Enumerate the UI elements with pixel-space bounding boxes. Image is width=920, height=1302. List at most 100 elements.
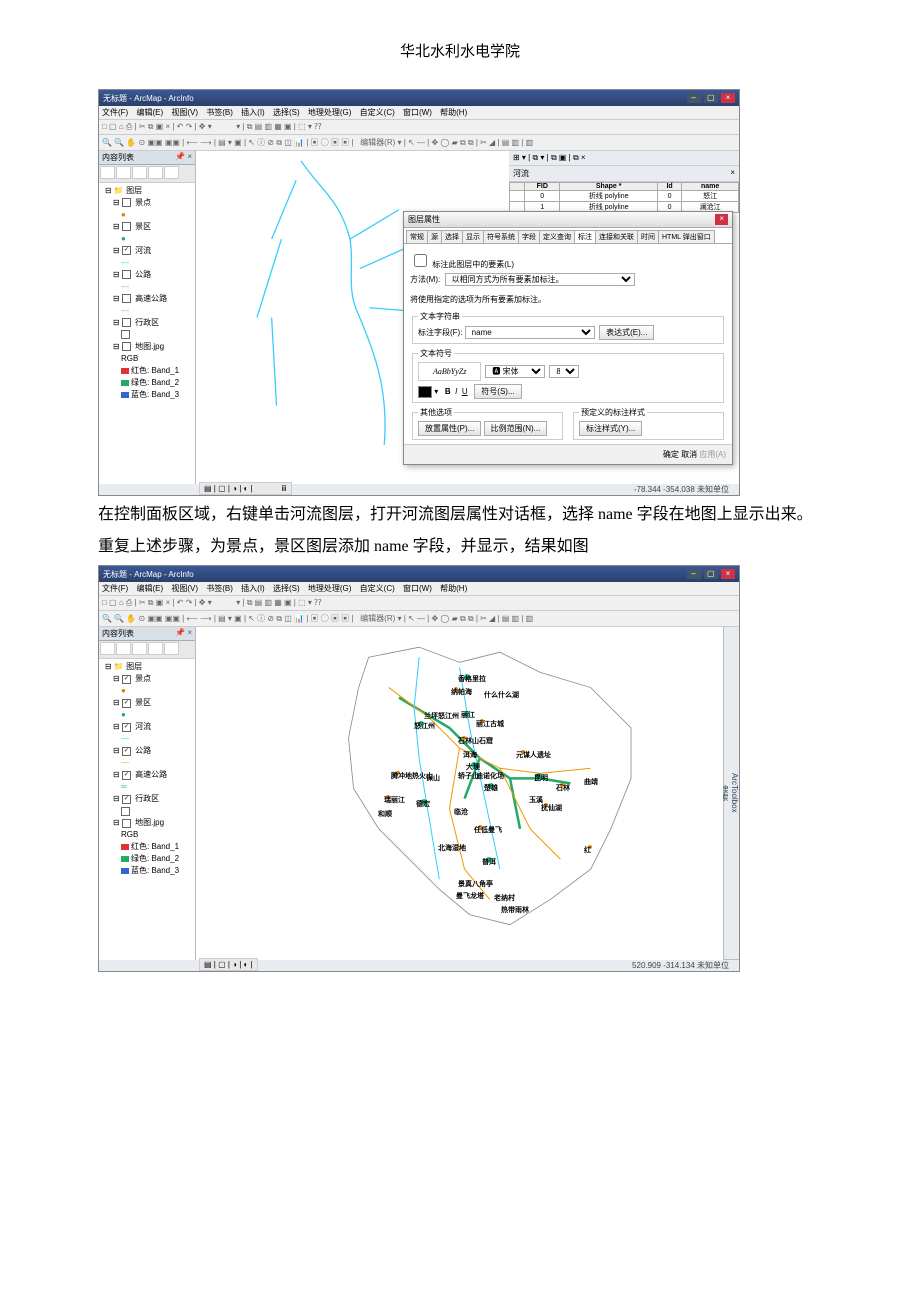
toc-tab-3[interactable] <box>132 166 147 179</box>
toc-tab-5[interactable] <box>164 642 179 655</box>
attr-close-icon[interactable]: × <box>730 168 735 179</box>
tree-layer-ditu[interactable]: ⊟ 地图.jpg <box>101 817 193 829</box>
tab-defquery[interactable]: 定义查询 <box>539 230 575 243</box>
menu-windows[interactable]: 窗口(W) <box>403 108 432 117</box>
toc-tab-4[interactable] <box>148 642 163 655</box>
toc-close-icon[interactable]: × <box>187 152 192 161</box>
attr-col-fid[interactable]: FID <box>525 183 560 191</box>
minimize-icon[interactable]: – <box>687 569 701 579</box>
menu-file[interactable]: 文件(F) <box>102 108 128 117</box>
maximize-icon[interactable]: ▢ <box>704 93 718 103</box>
attr-col-name[interactable]: name <box>682 183 739 191</box>
apply-button[interactable]: 应用(A) <box>699 450 726 459</box>
toc-tab-4[interactable] <box>148 166 163 179</box>
close-icon[interactable]: × <box>721 569 735 579</box>
menu-selection[interactable]: 选择(S) <box>273 584 300 593</box>
dialog-close-icon[interactable]: × <box>715 214 728 225</box>
underline-icon[interactable]: U <box>462 387 468 396</box>
menu-geoprocessing[interactable]: 地理处理(G) <box>308 108 352 117</box>
attr-col-id[interactable]: Id <box>657 183 681 191</box>
tree-layer-xingzheng[interactable]: ⊟ 行政区 <box>101 317 193 329</box>
tree-layer-gaosu[interactable]: ⊟ ✓ 高速公路 <box>101 769 193 781</box>
toc-tab-3[interactable] <box>132 642 147 655</box>
screenshot-1: 无标题 - ArcMap - ArcInfo – ▢ × 文件(F) 编辑(E)… <box>98 89 740 496</box>
toc-close-icon[interactable]: × <box>187 628 192 637</box>
tree-layer-heliu[interactable]: ⊟ ✓ 河流 <box>101 721 193 733</box>
menu-edit[interactable]: 编辑(E) <box>136 108 163 117</box>
toc-tab-1[interactable] <box>100 642 115 655</box>
tree-layer-jingdian[interactable]: ⊟ ✓ 景点 <box>101 673 193 685</box>
tree-layer-gonglu[interactable]: ⊟ 公路 <box>101 269 193 281</box>
menu-insert[interactable]: 插入(I) <box>241 108 265 117</box>
toc-tab-2[interactable] <box>116 166 131 179</box>
tree-layer-gaosu[interactable]: ⊟ 高速公路 <box>101 293 193 305</box>
menu-insert[interactable]: 插入(I) <box>241 584 265 593</box>
tree-layer-jingqu[interactable]: ⊟ 景区 <box>101 221 193 233</box>
screenshot-2: 无标题 - ArcMap - ArcInfo – ▢ × 文件(F) 编辑(E)… <box>98 565 740 972</box>
map-label: 元谋人遗址 <box>516 750 551 760</box>
tree-root[interactable]: ⊟ 📁 图层 <box>101 661 193 673</box>
tab-selection[interactable]: 选择 <box>441 230 463 243</box>
tree-layer-jingqu[interactable]: ⊟ ✓ 景区 <box>101 697 193 709</box>
color-swatch[interactable] <box>418 386 432 398</box>
tab-joins[interactable]: 连接和关联 <box>595 230 638 243</box>
menu-windows[interactable]: 窗口(W) <box>403 584 432 593</box>
label-field-select[interactable]: name <box>465 326 595 339</box>
tab-display[interactable]: 显示 <box>462 230 484 243</box>
tree-band-b: 蓝色: Band_3 <box>101 389 193 401</box>
tab-source[interactable]: 源 <box>427 230 442 243</box>
tab-general[interactable]: 常规 <box>406 230 428 243</box>
menu-customize[interactable]: 自定义(C) <box>360 584 395 593</box>
tree-layer-heliu[interactable]: ⊟ ✓ 河流 <box>101 245 193 257</box>
tab-symbology[interactable]: 符号系统 <box>483 230 519 243</box>
maximize-icon[interactable]: ▢ <box>704 569 718 579</box>
minimize-icon[interactable]: – <box>687 93 701 103</box>
cancel-button[interactable]: 取消 <box>681 450 697 459</box>
menu-geoprocessing[interactable]: 地理处理(G) <box>308 584 352 593</box>
map-canvas[interactable]: ⊞ ▾ | ⧉ ▾ | ⧉ ▣ | ⧉ × 河流 × FID Shape * I… <box>196 151 739 484</box>
menu-view[interactable]: 视图(V) <box>171 108 198 117</box>
placement-button[interactable]: 放置属性(P)... <box>418 421 481 436</box>
toc-tab-5[interactable] <box>164 166 179 179</box>
attr-row[interactable]: 0折线 polyline0怒江 <box>510 191 739 202</box>
map-label: 老纳村 <box>494 893 515 903</box>
bold-icon[interactable]: B <box>445 387 451 396</box>
map-canvas[interactable]: 香格里拉纳帕海什么什么湖兰坪怒江州丽江丽江古城怒江州石林山石窟洱海大理元谋人遗址… <box>196 627 723 960</box>
symbol-button[interactable]: 符号(S)... <box>474 384 521 399</box>
size-select[interactable]: 8 <box>549 365 579 378</box>
tree-layer-ditu[interactable]: ⊟ 地图.jpg <box>101 341 193 353</box>
tab-arctoolbox[interactable]: ArcToolbox <box>730 627 739 960</box>
attr-col-shape[interactable]: Shape * <box>560 183 657 191</box>
scale-range-button[interactable]: 比例范围(N)... <box>484 421 548 436</box>
status-coords: -78.344 -354.038 未知单位 <box>634 484 729 495</box>
italic-icon[interactable]: I <box>455 387 457 396</box>
menu-help[interactable]: 帮助(H) <box>440 108 467 117</box>
menu-file[interactable]: 文件(F) <box>102 584 128 593</box>
label-style-button[interactable]: 标注样式(Y)... <box>579 421 642 436</box>
toc-tab-2[interactable] <box>116 642 131 655</box>
label-features-checkbox[interactable] <box>414 254 427 267</box>
tree-layer-gonglu[interactable]: ⊟ ✓ 公路 <box>101 745 193 757</box>
tab-fields[interactable]: 字段 <box>518 230 540 243</box>
ok-button[interactable]: 确定 <box>663 450 679 459</box>
close-icon[interactable]: × <box>721 93 735 103</box>
menu-selection[interactable]: 选择(S) <box>273 108 300 117</box>
toc-tab-1[interactable] <box>100 166 115 179</box>
tab-html[interactable]: HTML 弹出窗口 <box>658 230 715 243</box>
menu-help[interactable]: 帮助(H) <box>440 584 467 593</box>
tab-labels[interactable]: 标注 <box>574 230 596 243</box>
menu-edit[interactable]: 编辑(E) <box>136 584 163 593</box>
menu-view[interactable]: 视图(V) <box>171 584 198 593</box>
font-select[interactable]: 🅰 宋体 <box>485 365 545 378</box>
tree-root[interactable]: ⊟ 📁 图层 <box>101 185 193 197</box>
method-select[interactable]: 以相同方式为所有要素加标注。 <box>445 273 635 286</box>
tree-layer-xingzheng[interactable]: ⊟ ✓ 行政区 <box>101 793 193 805</box>
menu-customize[interactable]: 自定义(C) <box>360 108 395 117</box>
tree-band-g: 绿色: Band_2 <box>101 377 193 389</box>
tree-layer-jingdian[interactable]: ⊟ 景点 <box>101 197 193 209</box>
menu-bookmarks[interactable]: 书签(B) <box>206 584 233 593</box>
toolbar-tools: 🔍 🔍 ✋ ⊙ ▣▣ ▣▣ | ⟵ ⟶ | ▤ ▾ ▣ | ↖ ⓘ ⊘ ⧉ ◫ … <box>99 135 739 151</box>
menu-bookmarks[interactable]: 书签(B) <box>206 108 233 117</box>
tab-time[interactable]: 时间 <box>637 230 659 243</box>
expression-button[interactable]: 表达式(E)... <box>599 325 654 340</box>
